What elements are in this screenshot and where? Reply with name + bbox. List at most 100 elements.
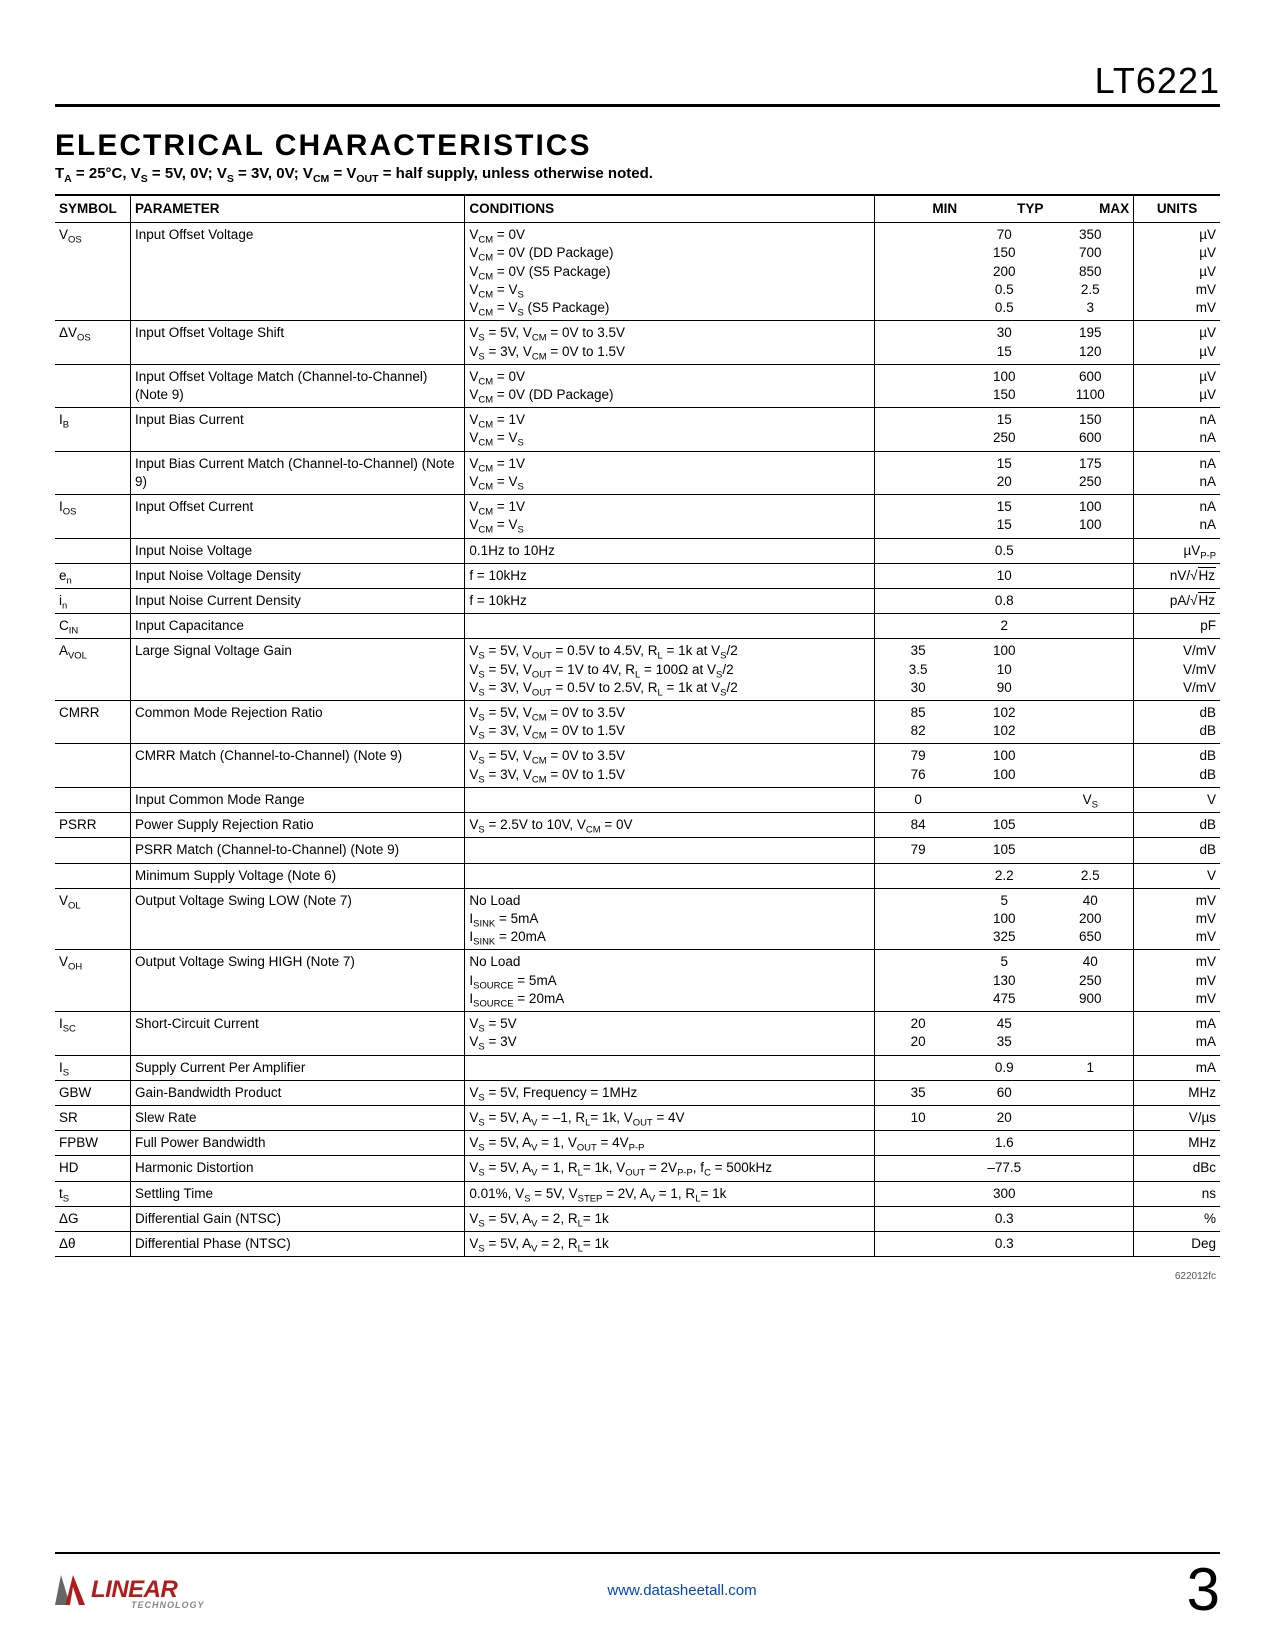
page-footer: LINEAR TECHNOLOGY www.datasheetall.com 3 [55, 1552, 1220, 1620]
cell-conditions: No LoadISOURCE = 5mAISOURCE = 20mA [465, 950, 875, 1012]
cell-min: 35 [875, 1080, 961, 1105]
linear-logo-icon [55, 1575, 85, 1605]
cell-max: 1 [1047, 1055, 1133, 1080]
cell-units: µVP-P [1134, 538, 1220, 563]
cell-typ: 15250 [961, 408, 1047, 451]
cell-symbol: GBW [55, 1080, 131, 1105]
table-row: GBWGain-Bandwidth ProductVS = 5V, Freque… [55, 1080, 1220, 1105]
table-row: ISCShort-Circuit CurrentVS = 5VVS = 3V20… [55, 1012, 1220, 1055]
cell-units: Deg [1134, 1232, 1220, 1257]
cell-parameter: Settling Time [131, 1181, 465, 1206]
cell-units: dBdB [1134, 744, 1220, 787]
cell-units: V/mVV/mVV/mV [1134, 639, 1220, 701]
cell-parameter: Minimum Supply Voltage (Note 6) [131, 863, 465, 888]
cell-symbol: Δθ [55, 1232, 131, 1257]
cell-conditions: VS = 5V, AV = –1, RL= 1k, VOUT = 4V [465, 1105, 875, 1130]
cell-conditions: VS = 5V, VCM = 0V to 3.5VVS = 3V, VCM = … [465, 701, 875, 744]
cell-max [1047, 1232, 1133, 1257]
cell-typ: 300 [961, 1181, 1047, 1206]
cell-typ: 1.6 [961, 1131, 1047, 1156]
cell-symbol: IS [55, 1055, 131, 1080]
cell-symbol: CMRR [55, 701, 131, 744]
cell-units: V [1134, 863, 1220, 888]
cell-parameter: Input Offset Voltage Match (Channel-to-C… [131, 364, 465, 407]
cell-symbol: HD [55, 1156, 131, 1181]
cell-conditions [465, 787, 875, 812]
cell-min [875, 950, 961, 1012]
cell-min: 7976 [875, 744, 961, 787]
table-row: enInput Noise Voltage Densityf = 10kHz10… [55, 563, 1220, 588]
cell-min [875, 1232, 961, 1257]
cell-min [875, 888, 961, 950]
col-max: MAX [1047, 195, 1133, 223]
cell-min: 2020 [875, 1012, 961, 1055]
table-row: HDHarmonic DistortionVS = 5V, AV = 1, RL… [55, 1156, 1220, 1181]
cell-conditions: VS = 5V, VOUT = 0.5V to 4.5V, RL = 1k at… [465, 639, 875, 701]
cell-max [1047, 588, 1133, 613]
table-row: IBInput Bias CurrentVCM = 1VVCM = VS1525… [55, 408, 1220, 451]
cell-parameter: Input Offset Voltage Shift [131, 321, 465, 364]
cell-parameter: CMRR Match (Channel-to-Channel) (Note 9) [131, 744, 465, 787]
cell-max: 2.5 [1047, 863, 1133, 888]
cell-parameter: Differential Phase (NTSC) [131, 1232, 465, 1257]
cell-symbol [55, 744, 131, 787]
cell-symbol: IB [55, 408, 131, 451]
table-row: tSSettling Time0.01%, VS = 5V, VSTEP = 2… [55, 1181, 1220, 1206]
cell-min [875, 538, 961, 563]
cell-typ: 0.3 [961, 1232, 1047, 1257]
section-title: ELECTRICAL CHARACTERISTICS [55, 129, 1220, 163]
cell-min [875, 321, 961, 364]
cell-conditions: f = 10kHz [465, 588, 875, 613]
cell-max [1047, 614, 1133, 639]
cell-typ: 100100 [961, 744, 1047, 787]
cell-min [875, 1055, 961, 1080]
cell-parameter: Input Noise Current Density [131, 588, 465, 613]
cell-typ: 1001090 [961, 639, 1047, 701]
cell-parameter: Slew Rate [131, 1105, 465, 1130]
cell-typ: 100150 [961, 364, 1047, 407]
cell-units: dBdB [1134, 701, 1220, 744]
cell-typ: 0.8 [961, 588, 1047, 613]
cell-symbol [55, 538, 131, 563]
cell-min: 353.530 [875, 639, 961, 701]
cell-typ: 0.3 [961, 1206, 1047, 1231]
cell-conditions: VS = 5V, AV = 2, RL= 1k [465, 1206, 875, 1231]
cell-min [875, 364, 961, 407]
cell-symbol: VOS [55, 223, 131, 321]
cell-parameter: Output Voltage Swing HIGH (Note 7) [131, 950, 465, 1012]
cell-typ: 105 [961, 838, 1047, 863]
table-row: Input Bias Current Match (Channel-to-Cha… [55, 451, 1220, 494]
cell-max [1047, 1181, 1133, 1206]
cell-typ: –77.5 [961, 1156, 1047, 1181]
brand-sub: TECHNOLOGY [131, 1600, 205, 1610]
cell-symbol: CIN [55, 614, 131, 639]
footer-url[interactable]: www.datasheetall.com [177, 1582, 1186, 1599]
cell-parameter: Input Common Mode Range [131, 787, 465, 812]
cell-symbol: VOH [55, 950, 131, 1012]
table-row: VOHOutput Voltage Swing HIGH (Note 7)No … [55, 950, 1220, 1012]
cell-conditions: VS = 5V, Frequency = 1MHz [465, 1080, 875, 1105]
doc-id: 622012fc [55, 1271, 1220, 1282]
cell-conditions: 0.1Hz to 10Hz [465, 538, 875, 563]
cell-typ: 60 [961, 1080, 1047, 1105]
cell-symbol [55, 838, 131, 863]
col-units: UNITS [1134, 195, 1220, 223]
cell-typ: 0.5 [961, 538, 1047, 563]
cell-parameter: Input Noise Voltage [131, 538, 465, 563]
cell-min: 84 [875, 813, 961, 838]
cell-units: nV/Hz [1134, 563, 1220, 588]
brand-name: LINEAR TECHNOLOGY [91, 1576, 177, 1604]
cell-max: 6001100 [1047, 364, 1133, 407]
cell-units: nAnA [1134, 495, 1220, 538]
cell-min: 79 [875, 838, 961, 863]
cell-parameter: Supply Current Per Amplifier [131, 1055, 465, 1080]
col-typ: TYP [961, 195, 1047, 223]
cell-units: pA/Hz [1134, 588, 1220, 613]
table-row: ΔVOSInput Offset Voltage ShiftVS = 5V, V… [55, 321, 1220, 364]
cell-min [875, 1131, 961, 1156]
cell-units: µVµV [1134, 321, 1220, 364]
cell-typ: 2 [961, 614, 1047, 639]
cell-units: µVµV [1134, 364, 1220, 407]
table-row: CINInput Capacitance2pF [55, 614, 1220, 639]
table-row: Minimum Supply Voltage (Note 6)2.22.5V [55, 863, 1220, 888]
